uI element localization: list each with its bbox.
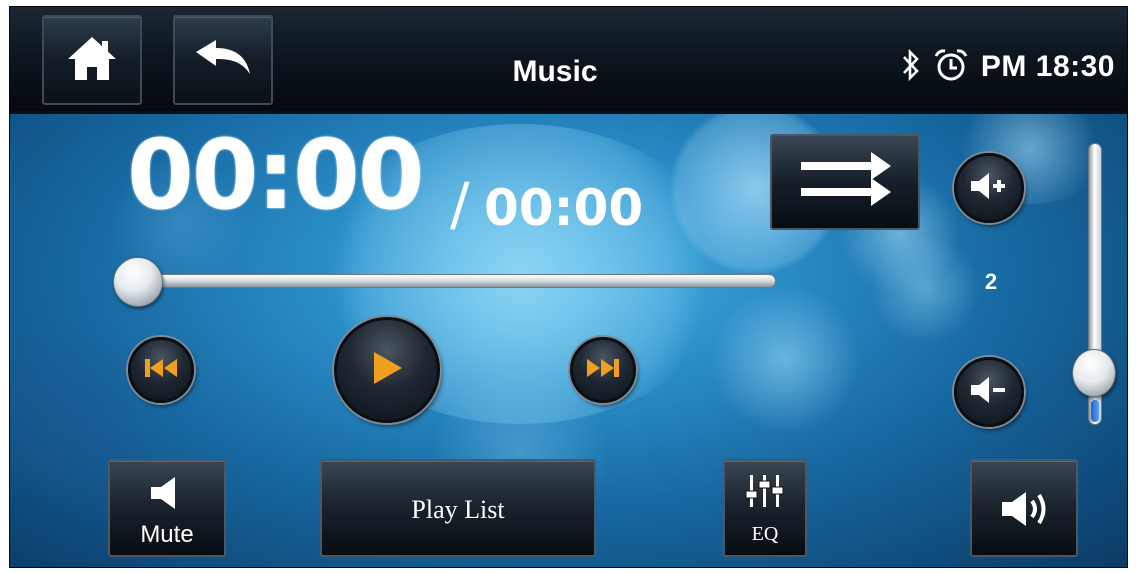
status-area: PM 18:30 — [901, 47, 1115, 87]
volume-up-button[interactable] — [954, 153, 1024, 223]
next-track-icon — [586, 358, 620, 383]
time-separator: / — [450, 170, 470, 238]
back-button[interactable] — [173, 15, 273, 105]
mute-label: Mute — [140, 521, 194, 548]
volume-down-icon — [969, 375, 1009, 410]
play-button[interactable] — [334, 317, 440, 423]
music-screen: Music PM 18:30 00:00 / 00:00 2 Mute Play… — [9, 6, 1128, 568]
play-icon — [370, 350, 404, 391]
elapsed-time: 00:00 — [127, 119, 425, 231]
volume-fill — [1091, 399, 1099, 422]
home-button[interactable] — [42, 15, 142, 105]
eq-label: EQ — [751, 523, 779, 545]
next-track-button[interactable] — [570, 337, 636, 403]
equalizer-icon — [745, 473, 785, 514]
volume-value: 2 — [984, 269, 998, 294]
progress-bar[interactable] — [130, 274, 776, 288]
page-title: Music — [512, 55, 598, 88]
previous-track-icon — [144, 358, 178, 383]
clock: PM 18:30 — [980, 50, 1115, 83]
repeat-icon — [795, 150, 895, 215]
top-bar: Music PM 18:30 — [10, 7, 1127, 114]
eq-button[interactable]: EQ — [723, 459, 807, 557]
alarm-clock-icon — [933, 47, 969, 88]
speaker-icon — [1000, 489, 1054, 534]
repeat-button[interactable] — [770, 134, 920, 230]
mute-icon — [148, 475, 184, 516]
previous-track-button[interactable] — [128, 337, 194, 403]
mute-button[interactable]: Mute — [108, 459, 226, 557]
bluetooth-icon — [901, 48, 921, 87]
volume-up-icon — [969, 171, 1009, 206]
home-icon — [64, 33, 120, 88]
play-list-button[interactable]: Play List — [320, 459, 596, 557]
total-time: 00:00 — [484, 179, 644, 237]
volume-handle[interactable] — [1072, 349, 1116, 397]
play-list-label: Play List — [411, 495, 505, 524]
progress-handle[interactable] — [113, 257, 163, 307]
volume-down-button[interactable] — [954, 357, 1024, 427]
speaker-button[interactable] — [970, 459, 1078, 557]
back-icon — [192, 38, 254, 83]
